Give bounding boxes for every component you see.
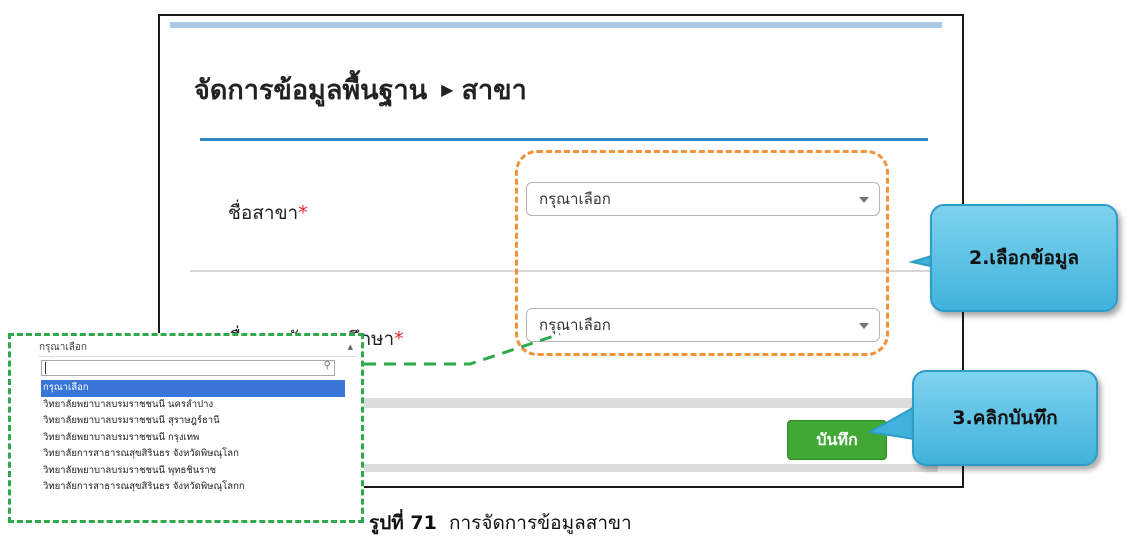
breadcrumb-parent[interactable]: จัดการข้อมูลพื้นฐาน (194, 68, 427, 111)
branch-name-label: ชื่อสาขา* (228, 202, 308, 224)
dropdown-option[interactable]: วิทยาลัยพยาบาลบรมราชชนนี นครลำปาง (41, 397, 345, 414)
dropdown-popup-highlight: กรุณาเลือก ▲ ⚲ กรุณาเลือก วิทยาลัยพยาบาล… (8, 333, 364, 523)
figure-number: รูปที่ 71 (369, 512, 437, 534)
callout-step3-text: 3.คลิกบันทึก (952, 407, 1058, 429)
dropdown-header-value: กรุณาเลือก (39, 341, 87, 353)
callout-step2: 2.เลือกข้อมูล (930, 204, 1118, 312)
title-divider (200, 138, 928, 141)
dropdown-search-input[interactable]: ⚲ (41, 360, 335, 376)
breadcrumb-arrow-icon: ▶ (441, 80, 454, 99)
dropdown-options: กรุณาเลือก วิทยาลัยพยาบาลบรมราชชนนี นครล… (41, 380, 345, 496)
dropdown-option[interactable]: วิทยาลัยพยาบาลบรมราชชนนี พุทธชินราช (41, 463, 345, 480)
page-title: จัดการข้อมูลพื้นฐาน ▶ สาขา (194, 68, 527, 111)
callout-step2-text: 2.เลือกข้อมูล (968, 247, 1080, 269)
figure-caption: รูปที่ 71 การจัดการข้อมูลสาขา (369, 508, 632, 538)
dropdown-option[interactable]: กรุณาเลือก (41, 380, 345, 397)
dropdown-option[interactable]: วิทยาลัยพยาบาลบรมราชชนนี กรุงเทพ (41, 430, 345, 447)
required-mark: * (298, 202, 308, 224)
select-highlight (515, 150, 889, 356)
dropdown-option[interactable]: วิทยาลัยพยาบาลบรมราชชนนี สุราษฎร์ธานี (41, 413, 345, 430)
text-cursor (45, 362, 46, 374)
figure-caption-text: การจัดการข้อมูลสาขา (448, 512, 632, 534)
dropdown-option[interactable]: วิทยาลัยการสาธารณสุขสิรินธร จังหวัดพิษณุ… (41, 446, 345, 463)
breadcrumb-current: สาขา (461, 75, 527, 106)
callout-step3: 3.คลิกบันทึก (912, 370, 1098, 466)
dropdown-option[interactable]: วิทยาลัยการสาธารณสุขสิรินธร จังหวัดพิษณุ… (41, 479, 345, 496)
search-icon: ⚲ (323, 360, 331, 371)
chevron-up-icon: ▲ (347, 343, 353, 351)
dropdown-header[interactable]: กรุณาเลือก ▲ (39, 338, 357, 357)
required-mark: * (394, 328, 404, 350)
save-button[interactable]: บันทึก (787, 420, 887, 460)
